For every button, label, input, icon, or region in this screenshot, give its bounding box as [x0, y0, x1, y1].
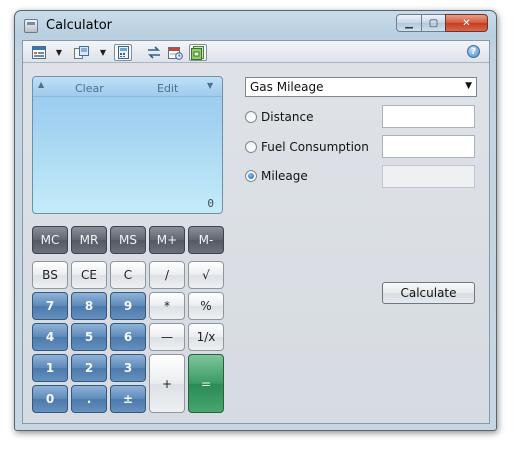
- memory-subtract-button[interactable]: M-: [188, 226, 224, 254]
- help-icon[interactable]: ?: [467, 45, 480, 58]
- mileage-label: Mileage: [261, 169, 308, 183]
- digit-4-button[interactable]: 4: [32, 323, 68, 351]
- clear-button[interactable]: C: [110, 261, 146, 289]
- worksheets-icon[interactable]: [189, 44, 207, 61]
- memory-add-button[interactable]: M+: [149, 226, 185, 254]
- digit-1-button[interactable]: 1: [32, 354, 68, 382]
- history-panel-icon[interactable]: [114, 44, 132, 61]
- view-menu-icon[interactable]: [30, 44, 48, 61]
- memory-clear-button[interactable]: MC: [32, 226, 68, 254]
- distance-input[interactable]: [382, 105, 475, 128]
- display-value: 0: [207, 197, 214, 210]
- calculate-button[interactable]: Calculate: [382, 282, 475, 304]
- date-calculation-icon[interactable]: [166, 44, 184, 61]
- digit-8-button[interactable]: 8: [71, 292, 107, 320]
- square-root-button[interactable]: √: [188, 261, 224, 289]
- subtract-button[interactable]: —: [149, 323, 185, 351]
- view-menu-dropdown[interactable]: ▼: [54, 44, 64, 61]
- fuel-consumption-radio[interactable]: [245, 141, 257, 153]
- equals-button[interactable]: =: [188, 354, 224, 413]
- decimal-point-button[interactable]: .: [71, 385, 107, 413]
- mileage-output: [382, 165, 475, 188]
- distance-radio[interactable]: [245, 111, 257, 123]
- history-up-arrow-icon[interactable]: ▲: [38, 80, 44, 89]
- divide-button[interactable]: /: [149, 261, 185, 289]
- display-header: [33, 77, 222, 97]
- digit-6-button[interactable]: 6: [110, 323, 146, 351]
- calculator-app-icon: [24, 19, 38, 33]
- reciprocal-button[interactable]: 1/x: [188, 323, 224, 351]
- fuel-consumption-label: Fuel Consumption: [261, 140, 369, 154]
- copy-paste-icon[interactable]: [72, 44, 90, 61]
- clear-entry-button[interactable]: CE: [71, 261, 107, 289]
- multiply-button[interactable]: *: [149, 292, 185, 320]
- backspace-button[interactable]: BS: [32, 261, 68, 289]
- worksheet-selected-value: Gas Mileage: [250, 80, 324, 94]
- history-edit-button[interactable]: Edit: [157, 82, 178, 95]
- history-down-arrow-icon[interactable]: ▼: [207, 81, 213, 90]
- negate-button[interactable]: ±: [110, 385, 146, 413]
- digit-7-button[interactable]: 7: [32, 292, 68, 320]
- chevron-down-icon: ▼: [465, 81, 472, 91]
- mileage-radio[interactable]: [245, 170, 257, 182]
- worksheet-select[interactable]: Gas Mileage ▼: [245, 77, 477, 97]
- digit-9-button[interactable]: 9: [110, 292, 146, 320]
- digit-2-button[interactable]: 2: [71, 354, 107, 382]
- digit-3-button[interactable]: 3: [110, 354, 146, 382]
- add-button[interactable]: +: [149, 354, 185, 413]
- calculator-display: [32, 76, 223, 214]
- close-button[interactable]: ✕: [445, 14, 488, 32]
- digit-5-button[interactable]: 5: [71, 323, 107, 351]
- minimize-button[interactable]: ▁: [396, 14, 422, 32]
- percent-button[interactable]: %: [188, 292, 224, 320]
- window-title: Calculator: [46, 18, 113, 33]
- memory-store-button[interactable]: MS: [110, 226, 146, 254]
- digit-0-button[interactable]: 0: [32, 385, 68, 413]
- copy-paste-dropdown[interactable]: ▼: [98, 44, 108, 61]
- distance-label: Distance: [261, 110, 314, 124]
- memory-recall-button[interactable]: MR: [71, 226, 107, 254]
- unit-conversion-icon[interactable]: [145, 44, 163, 61]
- history-clear-button[interactable]: Clear: [75, 82, 104, 95]
- fuel-consumption-input[interactable]: [382, 135, 475, 158]
- maximize-button[interactable]: ▢: [421, 14, 446, 32]
- toolbar: [23, 41, 489, 63]
